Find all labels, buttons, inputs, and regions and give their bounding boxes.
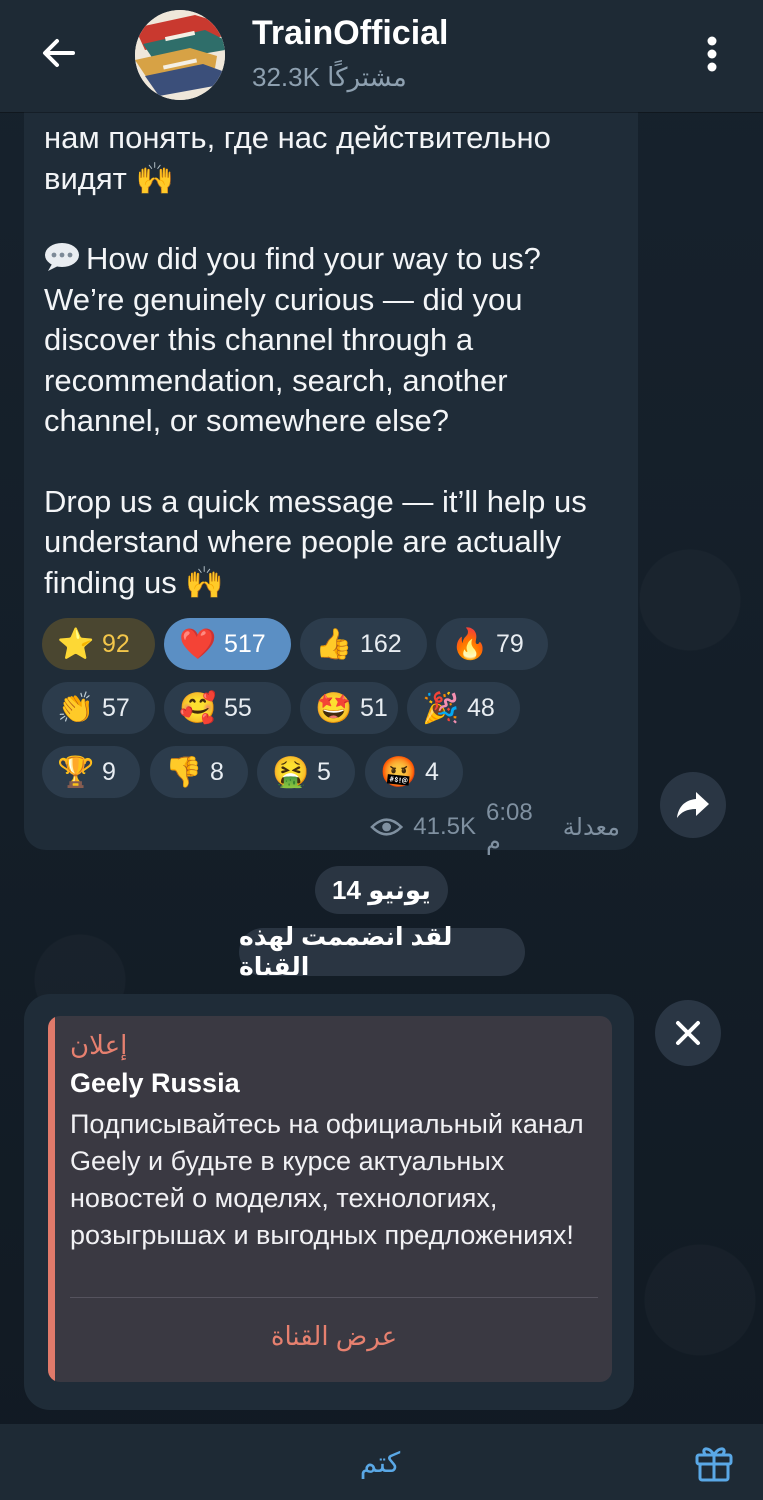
train-logo-icon <box>135 10 225 100</box>
thumbs-down-icon: 👎 <box>165 754 203 790</box>
more-menu-button[interactable] <box>690 30 734 78</box>
reaction-cursing[interactable]: 🤬 4 <box>365 746 463 798</box>
smiling-face-hearts-icon: 🥰 <box>179 690 217 726</box>
gift-button[interactable] <box>690 1436 738 1488</box>
reaction-star-struck[interactable]: 🤩 51 <box>300 682 398 734</box>
more-vertical-icon <box>707 36 717 72</box>
reaction-trophy[interactable]: 🏆 9 <box>42 746 140 798</box>
trophy-icon: 🏆 <box>57 754 95 790</box>
message-paragraph-3: Drop us a quick message — it’ll help us … <box>44 483 587 600</box>
sponsored-label: إعلان <box>70 1030 128 1060</box>
reaction-vomit[interactable]: 🤮 5 <box>257 746 355 798</box>
reaction-star[interactable]: ⭐ 92 <box>42 618 155 670</box>
view-channel-button[interactable]: عرض القناة <box>70 1310 598 1362</box>
reaction-smiling-hearts[interactable]: 🥰 55 <box>164 682 291 734</box>
reaction-clap[interactable]: 👏 57 <box>42 682 155 734</box>
speech-bubble-icon <box>44 242 80 272</box>
sponsored-accent-bar <box>48 1016 55 1382</box>
reaction-fire[interactable]: 🔥 79 <box>436 618 548 670</box>
close-ad-button[interactable] <box>655 1000 721 1066</box>
chat-header: TrainOfficial 32.3K مشتركًا <box>0 0 763 112</box>
share-arrow-icon <box>677 792 709 818</box>
star-struck-icon: 🤩 <box>315 690 353 726</box>
date-separator: 14 يونيو <box>315 866 448 914</box>
edited-label: معدلة <box>562 813 620 841</box>
eye-icon <box>370 818 404 836</box>
reaction-heart[interactable]: ❤️ 517 <box>164 618 291 670</box>
channel-avatar[interactable] <box>135 10 225 100</box>
message-paragraph-1: нам понять, где нас действительно видят … <box>44 120 551 196</box>
message-time: 6:08 م <box>485 798 533 855</box>
gift-icon <box>695 1447 733 1482</box>
view-count: 41.5K <box>413 813 476 840</box>
sponsored-divider <box>70 1297 598 1298</box>
reaction-thumbs-up[interactable]: 👍 162 <box>300 618 427 670</box>
fire-icon: 🔥 <box>451 626 489 662</box>
mute-button[interactable]: كتم <box>300 1434 460 1490</box>
close-icon <box>676 1021 700 1045</box>
back-button[interactable] <box>32 26 86 80</box>
clapping-hands-icon: 👏 <box>57 690 95 726</box>
joined-notice: لقد انضممت لهذه القناة <box>239 923 525 981</box>
message-meta: 41.5K 6:08 م معدلة <box>370 799 620 855</box>
star-icon: ⭐ <box>57 626 95 662</box>
arrow-left-icon <box>43 39 75 67</box>
reaction-thumbs-down[interactable]: 👎 8 <box>150 746 248 798</box>
channel-title[interactable]: TrainOfficial <box>252 14 449 53</box>
vomiting-face-icon: 🤮 <box>272 754 310 790</box>
message-paragraph-2: How did you find your way to us? We’re g… <box>44 241 541 438</box>
sponsored-text: Подписывайтесь на официальный канал Geel… <box>70 1109 584 1250</box>
bottom-bar: كتم <box>0 1424 763 1500</box>
party-popper-icon: 🎉 <box>422 690 460 726</box>
heart-icon: ❤️ <box>179 626 217 662</box>
sponsored-card[interactable]: إعلان Geely Russia Подписывайтесь на офи… <box>48 1016 612 1382</box>
reaction-party[interactable]: 🎉 48 <box>407 682 520 734</box>
subscriber-count: 32.3K مشتركًا <box>252 62 407 92</box>
thumbs-up-icon: 👍 <box>315 626 353 662</box>
forward-button[interactable] <box>660 772 726 838</box>
sponsored-title: Geely Russia <box>70 1068 240 1098</box>
cursing-face-icon: 🤬 <box>380 754 418 790</box>
message-text: нам понять, где нас действительно видят … <box>44 118 624 603</box>
